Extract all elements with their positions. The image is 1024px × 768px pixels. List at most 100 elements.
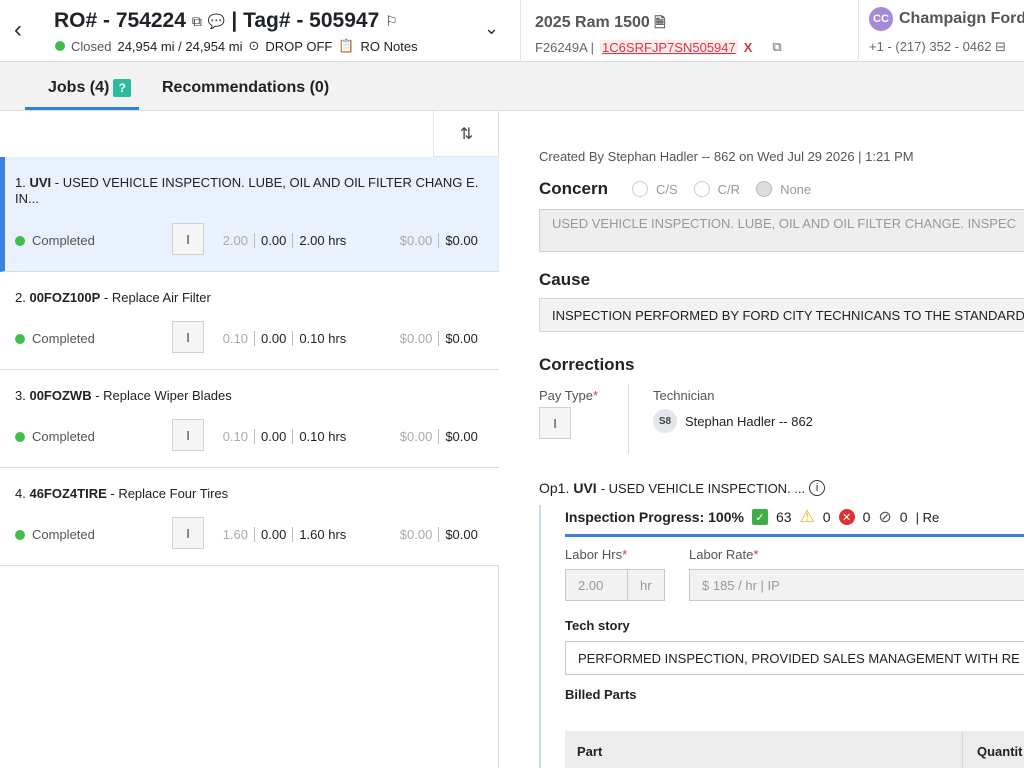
col-part: Part: [577, 744, 603, 759]
concern-textarea[interactable]: USED VEHICLE INSPECTION. LUBE, OIL AND O…: [539, 209, 1024, 252]
status-dot-icon: [15, 529, 25, 540]
radio-cr[interactable]: C/R: [693, 181, 740, 197]
radio-none[interactable]: None: [756, 181, 811, 197]
cause-field[interactable]: INSPECTION PERFORMED BY FORD CITY TECHNI…: [539, 298, 1024, 332]
info-icon[interactable]: i: [809, 480, 826, 496]
job-hours-costs: 2.00 0.00 2.00 hrs $0.00 $0.00: [210, 233, 484, 248]
job-hours-costs: 0.10 0.00 0.10 hrs $0.00 $0.00: [210, 429, 484, 444]
job-status: Completed: [15, 429, 95, 444]
radio-cs-icon[interactable]: [632, 181, 648, 197]
back-chevron-icon[interactable]: ‹: [14, 18, 36, 42]
op-prefix: Op1.: [539, 480, 570, 496]
job-detail-panel: Created By Stephan Hadler -- 862 on Wed …: [500, 111, 1024, 768]
job-item-2[interactable]: 2. 00FOZ100P - Replace Air Filter Comple…: [0, 272, 499, 370]
labor-hrs-input[interactable]: 2.00 hr: [565, 569, 665, 601]
cause-heading: Cause: [539, 270, 591, 289]
parts-table-header: Part Quantit: [565, 731, 1024, 768]
labor-hrs-value: 2.00: [578, 577, 604, 593]
job-number: 3.: [15, 388, 26, 403]
labor-hrs-label: Labor Hrs*: [565, 547, 627, 562]
notes-icon[interactable]: 📋: [338, 38, 354, 54]
customer-avatar: CC: [869, 7, 893, 31]
job-item-1[interactable]: 1. UVI - USED VEHICLE INSPECTION. LUBE, …: [0, 157, 499, 272]
vehicle-subline: F26249A | 1C6SRFJP7SN505947 X ⧉: [535, 39, 782, 55]
cost-total: $0.00: [438, 233, 484, 248]
job-desc: - Replace Four Tires: [106, 486, 229, 501]
radio-cs-label: C/S: [656, 181, 678, 197]
inspection-progress[interactable]: Inspection Progress: 100% ✓ 63 ⚠ 0 ✕ 0 ⊘…: [565, 507, 939, 527]
status-dot-icon: [15, 235, 25, 246]
ro-title: RO# - 754224 ⧉ 💬 | Tag# - 505947 ⚐: [54, 9, 398, 33]
sort-icon[interactable]: ⇅: [433, 111, 499, 157]
ro-notes-link[interactable]: RO Notes: [361, 39, 418, 54]
expand-chevron-down-icon[interactable]: ⌄: [484, 18, 499, 39]
created-by: Created By Stephan Hadler -- 862 on Wed …: [539, 149, 914, 164]
job-code: 00FOZ100P: [29, 290, 101, 305]
concern-heading: Concern: [539, 179, 608, 198]
vehicle-name: 2025 Ram 1500 🗎: [535, 12, 665, 36]
vehicle-history-icon[interactable]: 🗎: [654, 14, 665, 30]
op-desc: - USED VEHICLE INSPECTION. ...: [600, 480, 806, 496]
labor-hrs-label-text: Labor Hrs: [565, 547, 623, 562]
status-dot-icon: [15, 333, 25, 344]
tech-story-field[interactable]: PERFORMED INSPECTION, PROVIDED SALES MAN…: [565, 641, 1024, 675]
ro-header: ‹ RO# - 754224 ⧉ 💬 | Tag# - 505947 ⚐ Clo…: [0, 0, 1024, 62]
count-warn: 0: [822, 509, 831, 525]
op-card: Inspection Progress: 100% ✓ 63 ⚠ 0 ✕ 0 ⊘…: [539, 505, 1024, 768]
technician-label: Technician: [653, 388, 715, 403]
required-asterisk: *: [753, 547, 759, 562]
job-desc: - Replace Air Filter: [100, 290, 211, 305]
hours-actual: 0.00: [254, 331, 292, 346]
job-title: 3. 00FOZWB - Replace Wiper Blades: [15, 388, 485, 404]
hours-total: 2.00 hrs: [292, 233, 358, 248]
radio-none-icon[interactable]: [756, 181, 773, 197]
job-item-4[interactable]: 4. 46FOZ4TIRE - Replace Four Tires Compl…: [0, 468, 499, 566]
chat-icon[interactable]: 💬: [208, 13, 225, 30]
hours-sold: 0.10: [222, 429, 248, 444]
radio-cs[interactable]: C/S: [632, 181, 678, 197]
tab-recommendations[interactable]: Recommendations (0): [162, 79, 329, 97]
tab-jobs[interactable]: Jobs (4) ?: [48, 79, 132, 97]
pay-type-select[interactable]: I: [539, 407, 571, 439]
required-asterisk: *: [592, 388, 599, 403]
question-icon[interactable]: ?: [113, 79, 132, 97]
job-title: 1. UVI - USED VEHICLE INSPECTION. LUBE, …: [15, 175, 485, 207]
tag-number: | Tag# - 505947: [231, 9, 380, 32]
copy-vin-icon[interactable]: ⧉: [772, 39, 781, 55]
header-divider: [520, 0, 521, 62]
job-number: 2.: [15, 290, 26, 305]
technician-name: Stephan Hadler -- 862: [685, 413, 813, 429]
vin-link[interactable]: 1C6SRFJP7SN505947: [600, 39, 738, 55]
customer-name-text[interactable]: Champaign Ford: [899, 10, 1024, 28]
status-dot-icon: [15, 431, 25, 442]
job-status-text: Completed: [32, 527, 95, 542]
ro-status: Closed: [71, 38, 112, 54]
customer-name[interactable]: CC Champaign Ford: [869, 7, 1024, 31]
job-list-panel: ⇅ 1. UVI - USED VEHICLE INSPECTION. LUBE…: [0, 111, 499, 768]
cost-total: $0.00: [438, 331, 484, 346]
job-desc: - USED VEHICLE INSPECTION. LUBE, OIL AND…: [15, 175, 479, 206]
job-code: 00FOZWB: [29, 388, 92, 403]
check-pass-icon: ✓: [751, 509, 768, 525]
cost-estimate: $0.00: [399, 527, 433, 542]
pay-type-badge: I: [172, 321, 204, 353]
tab-jobs-label: Jobs (4): [48, 79, 110, 96]
labor-rate-select[interactable]: $ 185 / hr | IP: [689, 569, 1024, 601]
technician[interactable]: S8 Stephan Hadler -- 862: [653, 409, 813, 433]
stock-number: F26249A |: [535, 39, 595, 55]
radio-cr-icon[interactable]: [693, 181, 710, 197]
job-hours-costs: 0.10 0.00 0.10 hrs $0.00 $0.00: [210, 331, 484, 346]
pay-type-label-text: Pay Type: [539, 388, 593, 403]
count-more: | Re: [915, 509, 940, 525]
phone-card-icon[interactable]: ⊟: [995, 39, 1006, 54]
concern-type-radios: C/S C/R None: [632, 181, 819, 197]
job-status: Completed: [15, 331, 95, 346]
hours-total: 1.60 hrs: [292, 527, 358, 542]
job-number: 1.: [15, 175, 26, 190]
col-quantity: Quantit: [977, 744, 1023, 759]
copy-icon[interactable]: ⧉: [192, 13, 202, 30]
job-code: 46FOZ4TIRE: [29, 486, 107, 501]
job-item-3[interactable]: 3. 00FOZWB - Replace Wiper Blades Comple…: [0, 370, 499, 468]
vehicle-title: 2025 Ram 1500: [535, 14, 650, 31]
flag-icon[interactable]: ⚐: [385, 13, 398, 30]
